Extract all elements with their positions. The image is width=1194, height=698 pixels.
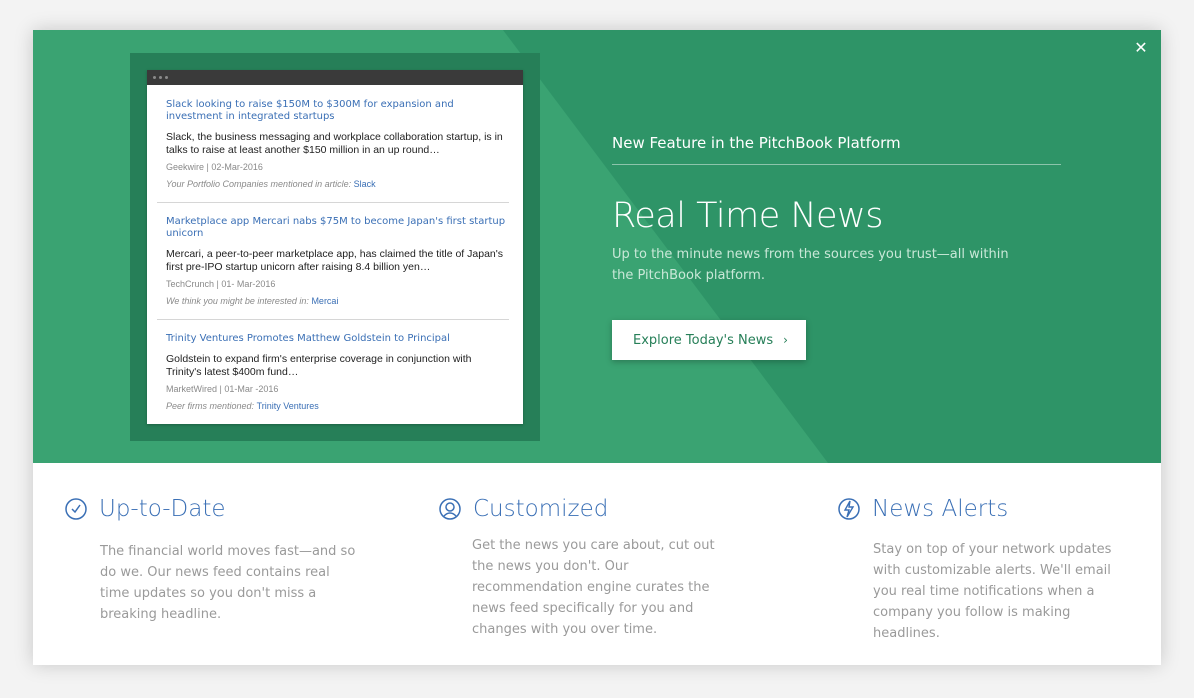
close-button[interactable]: ✕ <box>1133 40 1149 56</box>
article-summary: Mercari, a peer-to-peer marketplace app,… <box>166 248 504 273</box>
mention-label: Your Portfolio Companies mentioned in ar… <box>166 179 352 189</box>
article-title-link[interactable]: Marketplace app Mercari nabs $75M to bec… <box>166 216 508 240</box>
lightning-icon <box>838 498 860 520</box>
article-divider <box>157 202 509 203</box>
news-article: Marketplace app Mercari nabs $75M to bec… <box>166 216 508 306</box>
feature-title: News Alerts <box>872 496 1009 522</box>
news-article: Slack looking to raise $150M to $300M fo… <box>166 99 508 189</box>
article-source-date: MarketWired | 01-Mar -2016 <box>166 384 279 394</box>
explore-news-button[interactable]: Explore Today's News › <box>612 320 806 360</box>
feature-description: The financial world moves fast—and so do… <box>100 544 356 622</box>
close-icon: ✕ <box>1134 38 1148 57</box>
promo-subtitle: Up to the minute news from the sources y… <box>612 247 1009 283</box>
article-source-date: TechCrunch | 01- Mar-2016 <box>166 279 276 289</box>
article-summary: Slack, the business messaging and workpl… <box>166 131 503 156</box>
article-mention: Peer firms mentioned: Trinity Ventures <box>166 401 508 411</box>
feature-title: Up-to-Date <box>99 496 226 522</box>
article-title-link[interactable]: Trinity Ventures Promotes Matthew Goldst… <box>166 333 508 345</box>
article-summary: Goldstein to expand firm's enterprise co… <box>166 353 472 378</box>
article-title-link[interactable]: Slack looking to raise $150M to $300M fo… <box>166 99 508 123</box>
user-icon <box>439 498 461 520</box>
clock-icon <box>65 498 87 520</box>
feature-description: Get the news you care about, cut out the… <box>472 538 715 637</box>
explore-news-label: Explore Today's News <box>633 333 774 348</box>
window-titlebar <box>147 70 523 85</box>
mention-label: Peer firms mentioned: <box>166 401 255 411</box>
promo-eyebrow: New Feature in the PitchBook Platform <box>612 134 1061 165</box>
promo-title: Real Time News <box>612 196 883 236</box>
hero-banner: ✕ Slack looking to raise $150M to $300M … <box>33 30 1161 463</box>
news-preview-frame: Slack looking to raise $150M to $300M fo… <box>130 53 540 441</box>
mention-link[interactable]: Mercai <box>311 296 338 306</box>
article-mention: We think you might be interested in: Mer… <box>166 296 508 306</box>
mention-link[interactable]: Trinity Ventures <box>257 401 319 411</box>
window-dot <box>153 76 156 79</box>
chevron-right-icon: › <box>783 333 788 347</box>
article-source-date: Geekwire | 02-Mar-2016 <box>166 162 263 172</box>
news-article: Trinity Ventures Promotes Matthew Goldst… <box>166 333 508 411</box>
mention-label: We think you might be interested in: <box>166 296 309 306</box>
feature-modal: ✕ Slack looking to raise $150M to $300M … <box>33 30 1161 665</box>
article-mention: Your Portfolio Companies mentioned in ar… <box>166 179 508 189</box>
feature-title: Customized <box>473 496 609 522</box>
news-preview-window: Slack looking to raise $150M to $300M fo… <box>147 70 523 424</box>
window-dot <box>165 76 168 79</box>
feature-description: Stay on top of your network updates with… <box>873 542 1112 641</box>
article-divider <box>157 319 509 320</box>
window-dot <box>159 76 162 79</box>
mention-link[interactable]: Slack <box>354 179 376 189</box>
